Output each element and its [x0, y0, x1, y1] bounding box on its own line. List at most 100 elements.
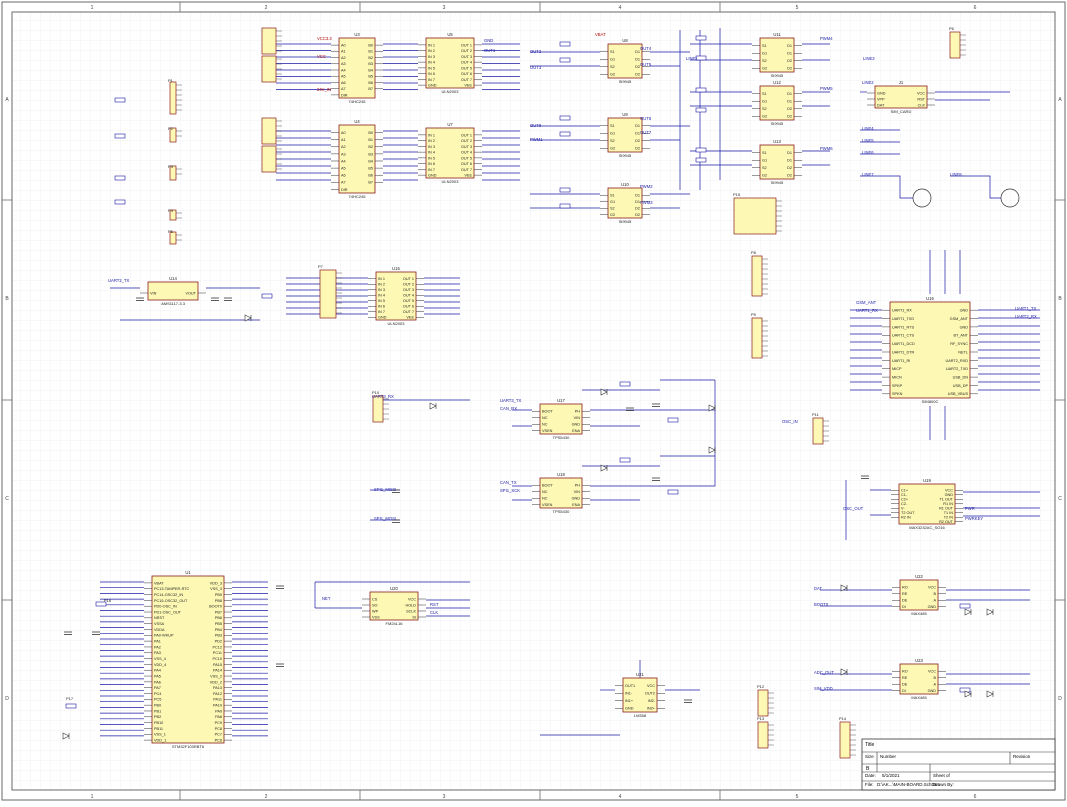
component-ref: U4 — [354, 119, 360, 124]
resistor — [559, 57, 571, 63]
pin-label: D2 — [635, 73, 640, 77]
pin-label: D2 — [635, 213, 640, 217]
pin-label: UART1_RTS — [892, 325, 914, 329]
component-ref: U7 — [447, 122, 453, 127]
connector-part — [733, 197, 782, 235]
pin-label: T2 OUT — [901, 511, 915, 515]
pin-label: G2 — [762, 115, 767, 119]
pin-label: R2 OUT — [939, 520, 954, 524]
pin-label: IN 1 — [378, 277, 385, 281]
pin-label: PB6 — [215, 616, 222, 620]
net-label: UART1_TX — [1015, 306, 1037, 311]
pin-label: PA9 — [215, 709, 222, 713]
pin-label: B1 — [368, 50, 373, 54]
net-label: OUT3 — [530, 65, 542, 70]
component-ref: U10 — [621, 182, 629, 187]
component-u17: U17 TPS5430 BOOT NC NC VSEN PH VIN GND ENA — [532, 398, 590, 440]
pin-label: RST — [917, 97, 925, 101]
pin-label: D1 — [787, 44, 792, 48]
net-label: UART2_TX — [108, 278, 130, 283]
pin-label: T1 IN — [944, 511, 954, 515]
net-label: PWM6 — [820, 146, 833, 151]
pin-label: S2 — [610, 65, 615, 69]
pin-label: PA0-WKUP — [154, 634, 174, 638]
row-label: C — [1058, 496, 1062, 502]
pin-label: GSM_ANT — [950, 317, 969, 321]
pin-label: PD2 — [215, 640, 222, 644]
pin-label: PH — [575, 484, 581, 488]
pin-label: S2 — [610, 207, 615, 211]
component-ref: U8 — [622, 38, 628, 43]
pin-label: CLK — [918, 103, 926, 107]
pin-label: B0 — [368, 131, 373, 135]
pin-label: D2 — [787, 59, 792, 63]
pin-label: VOUT — [185, 291, 196, 295]
net-label: LINE7 — [862, 172, 874, 177]
net-label: GND — [484, 38, 493, 43]
pin-label: A4 — [341, 159, 346, 163]
net-label: VCC — [317, 54, 326, 59]
pin-label: HOLD — [405, 603, 416, 607]
column-label: 5 — [796, 794, 799, 800]
net-label: CLK — [430, 610, 438, 615]
pin-label: VDD_2 — [210, 680, 222, 684]
pin-label: IN 4 — [428, 61, 435, 65]
component-value: ULN2003 — [442, 89, 460, 94]
pin-label: PB5 — [215, 622, 222, 626]
pin-label: G2 — [762, 174, 767, 178]
pin-label: B3 — [368, 62, 373, 66]
resistor — [619, 457, 631, 463]
pin-label: VEE — [464, 174, 472, 178]
pin-label: RF_SYNC — [950, 342, 968, 346]
component-ref: U11 — [773, 32, 781, 37]
net-label: PWM1 — [530, 137, 543, 142]
pin-label: USB_DN — [953, 375, 969, 379]
net-label: LINE8 — [950, 172, 962, 177]
pin-label: GND — [945, 493, 954, 497]
pin-label: OUT2 — [645, 692, 655, 696]
net-label: OSC_OUT — [843, 506, 864, 511]
title-label: Title — [865, 742, 874, 748]
pin-label: D2 — [635, 207, 640, 211]
size-label: Size — [865, 754, 874, 759]
pin-label: BOOT — [542, 484, 553, 488]
net-label: DAT — [814, 586, 823, 591]
net-label: SIM_VDD — [814, 686, 833, 691]
pin-label: D2 — [787, 174, 792, 178]
pin-label: OUT 5 — [461, 156, 472, 160]
connector-ref: P6 — [949, 26, 955, 31]
component-u5: U5 ULN2003 IN 1 IN 2 IN 3 IN 4IN 5 IN 6 IN 7 GND… — [418, 32, 482, 94]
resistor — [559, 131, 571, 137]
pin-label: OUT 3 — [461, 145, 472, 149]
pin-label: B7 — [368, 181, 373, 185]
pin-label: S2 — [762, 166, 767, 170]
net-label: LINE4 — [862, 126, 874, 131]
net-label: PWM5 — [820, 86, 833, 91]
pin-label: A5 — [341, 167, 346, 171]
resistor — [695, 35, 707, 41]
net-label: BOOT0 — [814, 602, 829, 607]
pin-label: OUT 6 — [403, 305, 414, 309]
pin-label: GND — [877, 91, 886, 95]
pin-label: G1 — [762, 52, 767, 56]
pin-label: VCC — [928, 586, 936, 590]
net-label: OUT1 — [484, 48, 496, 53]
component-ref: U1 — [185, 570, 191, 575]
pin-label: OUT 3 — [461, 55, 472, 59]
component-ref: U13 — [773, 139, 781, 144]
pin-label: NC — [542, 490, 548, 494]
pin-label: A6 — [341, 174, 346, 178]
connector-ref: P2 — [168, 126, 174, 131]
connector-ref: P3 — [168, 164, 174, 169]
net-label: OUT4 — [640, 46, 652, 51]
pin-label: VDD_1 — [154, 738, 166, 742]
connector-ref: P11 — [812, 412, 820, 417]
pin-label: S2 — [610, 139, 615, 143]
component-ref: U22 — [915, 574, 923, 579]
connector-ref: P4 — [168, 208, 174, 213]
component-ref: U19 — [923, 478, 931, 483]
net-label: OUT6 — [640, 116, 652, 121]
pin-label: C1- — [901, 493, 908, 497]
pin-label: OUT 5 — [461, 66, 472, 70]
column-label: 4 — [619, 794, 622, 800]
